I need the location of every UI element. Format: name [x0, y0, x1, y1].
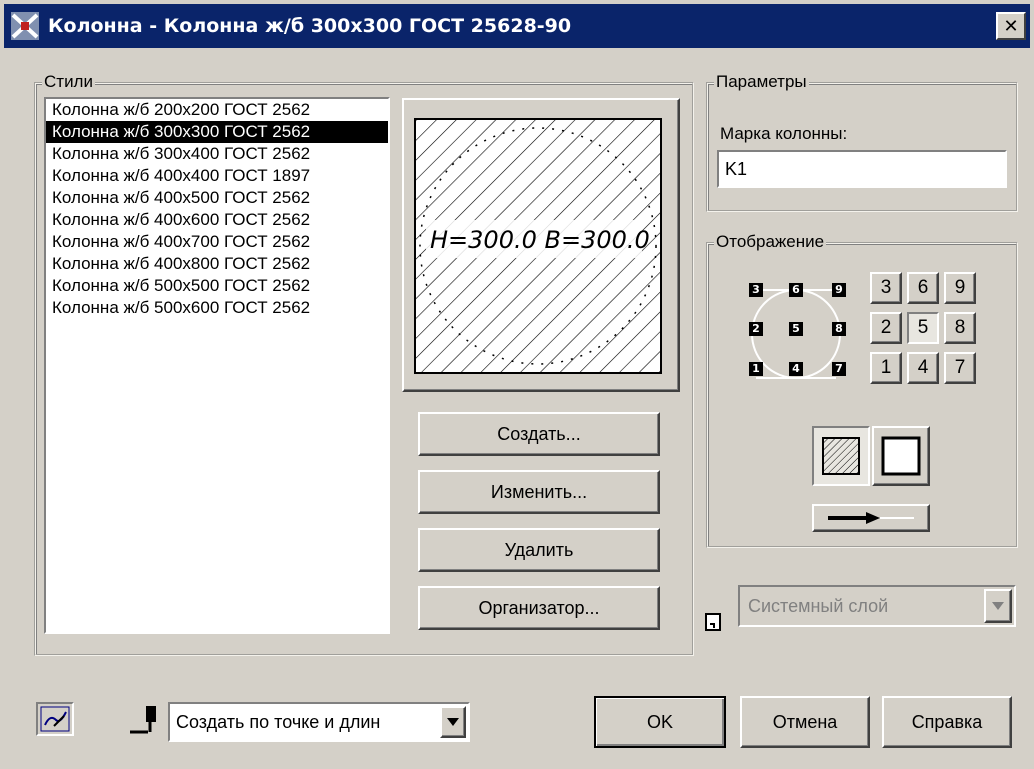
no-fill-toggle[interactable] [872, 426, 930, 486]
anchor-mini-6: 6 [789, 283, 803, 297]
style-list-item[interactable]: Колонна ж/б 400x700 ГОСТ 2562 [46, 231, 388, 253]
close-button[interactable]: ✕ [996, 12, 1026, 40]
hatch-fill-icon [822, 437, 860, 475]
parameters-group: Параметры [706, 72, 1018, 212]
style-list-item[interactable]: Колонна ж/б 300x400 ГОСТ 2562 [46, 143, 388, 165]
preview-dimension-label: H=300.0 B=300.0 [430, 226, 650, 254]
anchor-button-6[interactable]: 6 [907, 272, 939, 304]
anchor-mini-7: 7 [832, 362, 846, 376]
help-button-label: Справка [911, 711, 983, 732]
anchor-mini-1: 1 [749, 362, 763, 376]
style-list-item[interactable]: Колонна ж/б 400x600 ГОСТ 2562 [46, 209, 388, 231]
layer-icon [705, 613, 721, 631]
chevron-down-icon [447, 718, 459, 726]
delete-button[interactable]: Удалить [418, 528, 660, 572]
help-button[interactable]: Справка [882, 696, 1012, 748]
styles-group-label: Стили [42, 72, 95, 92]
anchor-mini-5: 5 [789, 322, 803, 336]
layer-select-value: Системный слой [748, 596, 889, 616]
edit-button-label: Изменить... [490, 481, 588, 502]
style-list-item[interactable]: Колонна ж/б 400x400 ГОСТ 1897 [46, 165, 388, 187]
style-list-item[interactable]: Колонна ж/б 300x300 ГОСТ 2562 [46, 121, 388, 143]
method-dropdown-button[interactable] [440, 706, 466, 738]
organizer-button-label: Организатор... [478, 597, 600, 618]
mark-input[interactable]: K1 [717, 150, 1007, 188]
preview-canvas: H=300.0 B=300.0 [414, 118, 662, 374]
create-button[interactable]: Создать... [418, 412, 660, 456]
method-select-value: Создать по точке и длин [176, 712, 381, 732]
style-list-item[interactable]: Колонна ж/б 500x600 ГОСТ 2562 [46, 297, 388, 319]
chevron-down-icon [992, 602, 1004, 610]
styles-listbox[interactable]: Колонна ж/б 200x200 ГОСТ 2562 Колонна ж/б… [44, 97, 390, 634]
organizer-button[interactable]: Организатор... [418, 586, 660, 630]
anchor-mini-8: 8 [832, 322, 846, 336]
window-title: Колонна - Колонна ж/б 300x300 ГОСТ 25628… [48, 15, 572, 37]
anchor-mini-3: 3 [749, 283, 763, 297]
style-list-item[interactable]: Колонна ж/б 200x200 ГОСТ 2562 [46, 99, 388, 121]
style-list-item[interactable]: Колонна ж/б 500x500 ГОСТ 2562 [46, 275, 388, 297]
pick-button[interactable] [36, 702, 74, 736]
column-dialog: Колонна - Колонна ж/б 300x300 ГОСТ 25628… [0, 0, 1034, 769]
ok-button[interactable]: OK [594, 696, 726, 748]
style-preview: H=300.0 B=300.0 [402, 98, 680, 392]
anchor-button-1[interactable]: 1 [870, 352, 902, 384]
cancel-button-label: Отмена [772, 711, 838, 732]
anchor-mini-4: 4 [789, 362, 803, 376]
layer-dropdown-button[interactable] [984, 589, 1012, 623]
style-list-item[interactable]: Колонна ж/б 400x500 ГОСТ 2562 [46, 187, 388, 209]
anchor-button-grid: 369 258 147 [870, 270, 982, 398]
hatch-fill-toggle[interactable] [812, 426, 870, 486]
empty-fill-icon [881, 436, 921, 476]
pick-pencil-icon [40, 706, 70, 732]
anchor-button-3[interactable]: 3 [870, 272, 902, 304]
anchor-mini-9: 9 [832, 283, 846, 297]
direction-button[interactable] [812, 504, 930, 532]
close-icon: ✕ [1003, 16, 1019, 36]
anchor-button-7[interactable]: 7 [944, 352, 976, 384]
display-group-label: Отображение [714, 232, 827, 252]
anchor-button-9[interactable]: 9 [944, 272, 976, 304]
mark-input-value: K1 [725, 159, 748, 179]
ok-button-label: OK [646, 711, 673, 732]
mark-label: Марка колонны: [720, 124, 848, 143]
delete-button-label: Удалить [504, 539, 574, 560]
column-app-icon [11, 12, 39, 40]
anchor-button-4[interactable]: 4 [907, 352, 939, 384]
create-button-label: Создать... [497, 423, 581, 444]
parameters-group-label: Параметры [714, 72, 809, 92]
insertion-point-icon [130, 706, 156, 734]
anchor-button-5[interactable]: 5 [907, 312, 939, 344]
title-bar[interactable]: Колонна - Колонна ж/б 300x300 ГОСТ 25628… [4, 4, 1030, 48]
anchor-button-8[interactable]: 8 [944, 312, 976, 344]
layer-select[interactable]: Системный слой [738, 585, 1016, 627]
method-select[interactable]: Создать по точке и длин [168, 702, 470, 742]
style-list-item[interactable]: Колонна ж/б 400x800 ГОСТ 2562 [46, 253, 388, 275]
arrow-right-icon [828, 512, 914, 524]
hatch-preview-icon: H=300.0 B=300.0 [416, 120, 660, 372]
anchor-mini-2: 2 [749, 322, 763, 336]
edit-button[interactable]: Изменить... [418, 470, 660, 514]
cancel-button[interactable]: Отмена [740, 696, 870, 748]
anchor-button-2[interactable]: 2 [870, 312, 902, 344]
